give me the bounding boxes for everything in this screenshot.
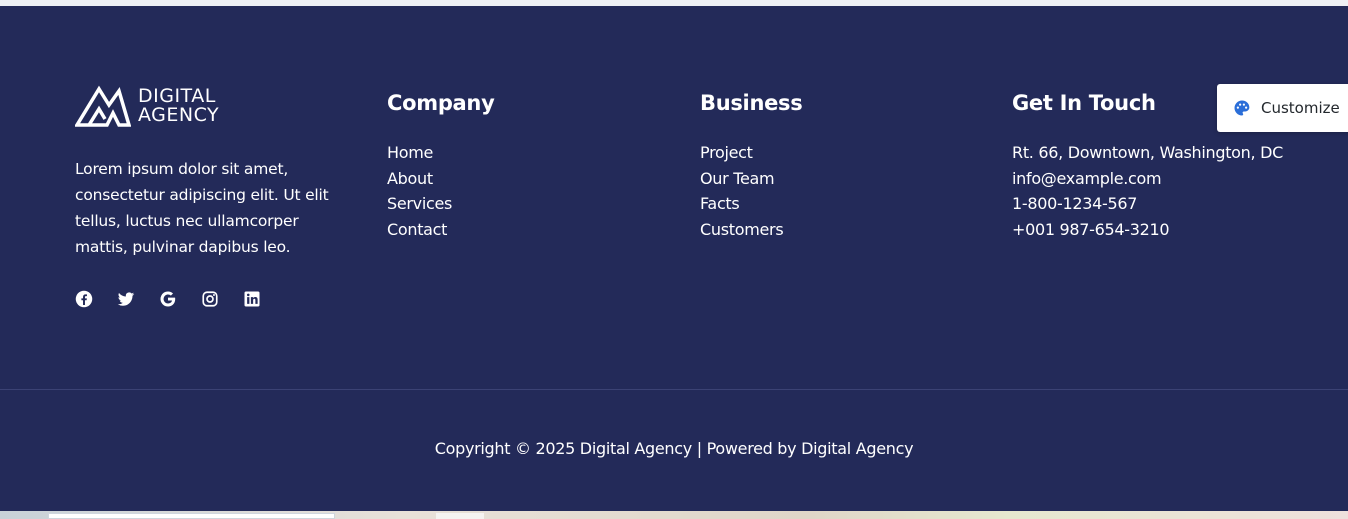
google-icon[interactable] xyxy=(159,290,177,308)
facebook-icon[interactable] xyxy=(75,290,93,308)
twitter-icon[interactable] xyxy=(117,290,135,308)
footer-link-contact[interactable]: Contact xyxy=(387,220,447,239)
company-links: Home About Services Contact xyxy=(387,140,667,243)
footer-link-our-team[interactable]: Our Team xyxy=(700,169,775,188)
instagram-icon[interactable] xyxy=(201,290,219,308)
footer-link-project[interactable]: Project xyxy=(700,143,753,162)
logo-line-2: AGENCY xyxy=(138,104,220,126)
social-links xyxy=(75,290,335,308)
business-links: Project Our Team Facts Customers xyxy=(700,140,980,243)
contact-phone[interactable]: 1-800-1234-567 xyxy=(1012,191,1312,217)
linkedin-icon[interactable] xyxy=(243,290,261,308)
footer-link-customers[interactable]: Customers xyxy=(700,220,784,239)
customize-button[interactable]: Customize xyxy=(1217,84,1348,132)
site-footer: DIGITAL AGENCY Lorem ipsum dolor sit ame… xyxy=(0,6,1348,511)
taskbar-search[interactable] xyxy=(48,513,335,519)
os-taskbar xyxy=(0,511,1348,519)
contact-email[interactable]: info@example.com xyxy=(1012,166,1312,192)
customize-label: Customize xyxy=(1261,99,1340,117)
logo-mark-icon xyxy=(75,85,131,127)
logo-text: DIGITAL AGENCY xyxy=(138,87,219,125)
palette-icon xyxy=(1234,100,1250,116)
footer-link-about[interactable]: About xyxy=(387,169,433,188)
logo[interactable]: DIGITAL AGENCY xyxy=(75,84,335,128)
copyright-text: Copyright © 2025 Digital Agency | Powere… xyxy=(434,439,914,458)
contact-address: Rt. 66, Downtown, Washington, DC xyxy=(1012,143,1283,162)
brand-description: Lorem ipsum dolor sit amet, consectetur … xyxy=(75,160,329,256)
footer-link-facts[interactable]: Facts xyxy=(700,194,740,213)
footer-link-home[interactable]: Home xyxy=(387,143,433,162)
business-column: Business Project Our Team Facts Customer… xyxy=(700,84,980,243)
footer-link-services[interactable]: Services xyxy=(387,194,452,213)
contact-info: Rt. 66, Downtown, Washington, DC info@ex… xyxy=(1012,140,1312,243)
footer-divider xyxy=(0,389,1348,390)
brand-column: DIGITAL AGENCY Lorem ipsum dolor sit ame… xyxy=(75,84,335,308)
company-heading: Company xyxy=(387,91,495,115)
company-column: Company Home About Services Contact xyxy=(387,84,667,243)
taskbar-item[interactable] xyxy=(436,513,484,519)
business-heading: Business xyxy=(700,91,803,115)
contact-phone-alt[interactable]: +001 987-654-3210 xyxy=(1012,217,1312,243)
